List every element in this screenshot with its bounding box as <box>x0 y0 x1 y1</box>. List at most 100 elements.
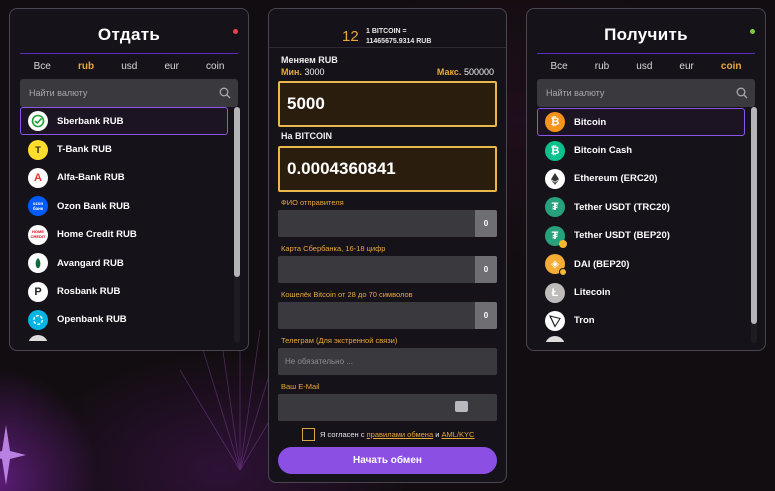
to-currency-label: На BITCOIN <box>281 131 333 141</box>
give-item-homecredit[interactable]: HOME CREDIT Home Credit RUB <box>20 221 228 249</box>
agreement-checkbox[interactable] <box>302 428 315 441</box>
card-number-label: Карта Сбербанка, 16-18 цифр <box>281 244 386 253</box>
give-item-alfabank[interactable]: A Alfa-Bank RUB <box>20 164 228 192</box>
wallet-field: 0 <box>278 302 497 329</box>
give-status-dot <box>233 29 238 34</box>
get-panel: Получить Все rub usd eur coin ₿ Bitcoin … <box>526 8 766 351</box>
give-tab-usd[interactable]: usd <box>119 61 139 72</box>
get-item-label: Ethereum (ERC20) <box>574 173 658 185</box>
give-tab-coin[interactable]: coin <box>204 61 226 72</box>
give-tabs: Все rub usd eur coin <box>20 61 238 72</box>
give-item-label: Openbank RUB <box>57 314 127 326</box>
get-item-litecoin[interactable]: Ł Litecoin <box>537 278 745 306</box>
give-tab-eur[interactable]: eur <box>162 61 180 72</box>
agreement-and: и <box>435 430 440 439</box>
get-item-label: Tether USDT (BEP20) <box>574 230 670 242</box>
get-tab-coin[interactable]: coin <box>719 61 744 72</box>
wallet-side-button[interactable]: 0 <box>475 302 497 329</box>
get-item-ethereum[interactable]: Ethereum (ERC20) <box>537 165 745 193</box>
get-item-bitcoin-cash[interactable]: ₿ Bitcoin Cash <box>537 136 745 164</box>
start-exchange-button[interactable]: Начать обмен <box>278 447 497 474</box>
telegram-label: Телеграм (Для экстренной связи) <box>281 336 398 345</box>
card-number-side-button[interactable]: 0 <box>475 256 497 283</box>
give-item-avangard[interactable]: Avangard RUB <box>20 249 228 277</box>
agreement-prefix: Я согласен с <box>320 430 365 439</box>
get-scrollbar[interactable] <box>751 107 757 343</box>
bnb-badge-icon <box>559 239 567 248</box>
bitcoin-icon: ₿ <box>545 112 565 133</box>
autofill-key-icon[interactable] <box>455 401 468 412</box>
wallet-input[interactable] <box>278 302 497 329</box>
get-title-underline <box>537 53 755 54</box>
give-item-label: Ozon Bank RUB <box>57 200 130 212</box>
bitcoin-cash-icon: ₿ <box>545 140 565 161</box>
get-tab-eur[interactable]: eur <box>677 61 695 72</box>
get-item-label: Bitcoin Cash <box>574 145 633 157</box>
search-icon[interactable] <box>736 87 748 99</box>
get-item-tron[interactable]: Tron <box>537 307 745 335</box>
tbank-icon: T <box>28 139 48 160</box>
tron-icon <box>545 310 565 331</box>
exchange-rate: 1 BITCOIN = 11465675.9314 RUB <box>366 27 431 47</box>
aml-kyc-link[interactable]: AML/KYC <box>442 430 475 439</box>
dai-icon: ◈ <box>545 254 567 277</box>
get-tab-usd[interactable]: usd <box>634 61 654 72</box>
get-scrollbar-thumb[interactable] <box>751 107 757 325</box>
get-item-label: Litecoin <box>574 287 611 299</box>
get-item-tether-trc20[interactable]: ₮ Tether USDT (TRC20) <box>537 193 745 221</box>
get-item-bitcoin[interactable]: ₿ Bitcoin <box>537 108 745 137</box>
search-icon[interactable] <box>219 87 231 99</box>
to-amount-box <box>278 146 497 192</box>
homecredit-icon: HOME CREDIT <box>28 224 48 245</box>
rate-separator <box>269 47 506 48</box>
give-item-label: Sberbank RUB <box>57 115 124 127</box>
give-item-rosbank[interactable]: P Rosbank RUB <box>20 277 228 305</box>
sender-name-side-button[interactable]: 0 <box>475 210 497 237</box>
give-item-label: Home Credit RUB <box>57 229 137 241</box>
get-item-label: Bitcoin <box>574 116 607 128</box>
get-tabs: Все rub usd eur coin <box>537 61 755 72</box>
openbank-icon <box>28 309 48 330</box>
sender-name-input[interactable] <box>278 210 497 237</box>
give-item-label: Alfa-Bank RUB <box>57 172 125 184</box>
get-tab-rub[interactable]: rub <box>593 61 611 72</box>
rosbank-icon: P <box>28 281 48 302</box>
get-tab-all[interactable]: Все <box>549 61 570 72</box>
get-item-label: DAI (BEP20) <box>574 258 630 270</box>
sparkle-decoration <box>0 425 26 485</box>
give-panel: Отдать Все rub usd eur coin Sberbank RUB… <box>9 8 249 351</box>
litecoin-icon: Ł <box>545 282 565 303</box>
card-number-input[interactable] <box>278 256 497 283</box>
give-tab-all[interactable]: Все <box>32 61 53 72</box>
rules-link[interactable]: правилами обмена <box>367 430 434 439</box>
give-item-label: Avangard RUB <box>57 257 124 269</box>
from-currency-label: Меняем RUB <box>281 55 338 65</box>
tether-trc20-icon: ₮ <box>545 197 565 218</box>
get-item-partial <box>537 335 745 343</box>
bnb-badge-icon <box>559 268 567 277</box>
get-item-tether-bep20[interactable]: ₮ Tether USDT (BEP20) <box>537 222 745 250</box>
avangard-icon <box>28 253 48 274</box>
telegram-input[interactable] <box>278 348 497 375</box>
give-tab-rub[interactable]: rub <box>76 61 96 72</box>
to-amount-input[interactable] <box>280 148 495 190</box>
give-item-openbank[interactable]: Openbank RUB <box>20 306 228 334</box>
max-amount: Макс. 500000 <box>436 67 494 77</box>
get-item-dai[interactable]: ◈ DAI (BEP20) <box>537 250 745 278</box>
get-title: Получить <box>604 25 688 44</box>
email-label: Ваш E-Mail <box>281 382 320 391</box>
from-amount-box <box>278 81 497 127</box>
give-item-sberbank[interactable]: Sberbank RUB <box>20 107 228 136</box>
give-scrollbar[interactable] <box>234 107 240 343</box>
give-scrollbar-thumb[interactable] <box>234 107 240 277</box>
coin-icon <box>545 336 565 343</box>
ethereum-icon <box>545 168 565 189</box>
give-item-ozonbank[interactable]: ozon банк Ozon Bank RUB <box>20 192 228 220</box>
sender-name-label: ФИО отправителя <box>281 198 344 207</box>
from-amount-input[interactable] <box>280 83 495 125</box>
card-number-field: 0 <box>278 256 497 283</box>
give-item-label: T-Bank RUB <box>57 144 112 156</box>
give-item-tbank[interactable]: T T-Bank RUB <box>20 135 228 163</box>
email-field <box>278 394 497 421</box>
bank-icon <box>28 335 48 342</box>
